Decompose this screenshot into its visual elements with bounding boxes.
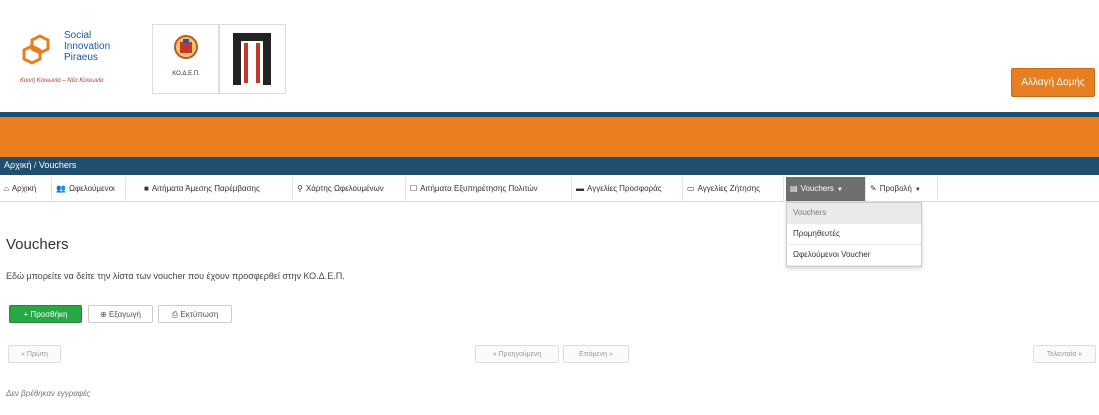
breadcrumb-home-link[interactable]: Αρχική: [4, 160, 31, 170]
logo-title: Social Innovation Piraeus: [64, 30, 111, 63]
nav-item-offer-ads[interactable]: ▬ Αγγελίες Προσφοράς: [572, 177, 683, 201]
pagination-last[interactable]: Τελευταία »: [1033, 345, 1096, 363]
breadcrumb-separator: /: [33, 160, 37, 170]
folder-icon: ▬: [576, 184, 584, 193]
export-icon: ⊕: [100, 310, 107, 319]
hexagon-logo-icon: [22, 34, 50, 65]
print-icon: ⎙: [171, 310, 179, 319]
nav-item-beneficiaries-map[interactable]: ⚲ Χάρτης Ωφελουμένων: [293, 177, 406, 201]
nav-item-beneficiaries[interactable]: 👥 Ωφελούμενοι: [52, 177, 126, 201]
municipality-logo[interactable]: [218, 24, 286, 94]
print-button[interactable]: ⎙ Εκτύπωση: [158, 305, 232, 323]
document-icon: ☐: [410, 184, 418, 193]
nav-item-view[interactable]: ✎ Προβολή ▼: [866, 177, 938, 201]
users-icon: 👥: [56, 184, 66, 193]
map-marker-icon: ⚲: [297, 184, 303, 193]
no-records-message: Δεν βρέθηκαν εγγραφές: [6, 389, 91, 398]
add-button[interactable]: + Προσθήκη: [9, 305, 82, 323]
main-navigation: ⌂ Αρχική 👥 Ωφελούμενοι ■ Αιτήματα Άμεσης Πα…: [0, 177, 1099, 202]
page-description: Εδώ μπορείτε να δείτε την λίστα των vouc…: [6, 271, 345, 281]
breadcrumb-current: Vouchers: [38, 160, 77, 170]
nav-item-demand-ads[interactable]: ▭ Αγγελίες Ζήτησης: [683, 177, 784, 201]
pagination-first[interactable]: « Πρώτη: [8, 345, 61, 363]
nav-item-citizen-requests[interactable]: ☐ Αιτήματα Εξυπηρέτησης Πολιτών: [406, 177, 572, 201]
edit-icon: ✎: [870, 184, 877, 193]
vouchers-dropdown-menu: Vouchers Προμηθευτές Ωφελούμενοι Voucher: [786, 202, 922, 267]
page-title: Vouchers: [6, 236, 69, 253]
nav-item-home[interactable]: ⌂ Αρχική: [0, 177, 52, 201]
orange-banner: [0, 117, 1099, 157]
export-button[interactable]: ⊕ Εξαγωγή: [88, 305, 153, 323]
nav-item-vouchers[interactable]: ▤ Vouchers ▼: [786, 177, 866, 201]
dropdown-item-suppliers[interactable]: Προμηθευτές: [787, 224, 921, 245]
site-header: Social Innovation Piraeus Κοινή Κοινωνία…: [0, 0, 1099, 112]
kodep-emblem-icon: [174, 35, 198, 59]
pagination-previous[interactable]: « Προηγούμενη: [475, 345, 559, 363]
dropdown-item-vouchers[interactable]: Vouchers: [787, 203, 921, 224]
chevron-down-icon: ▼: [914, 187, 921, 193]
kodep-logo[interactable]: ΚΟ.Δ.Ε.Π.: [152, 24, 220, 94]
ticket-icon: ▤: [790, 184, 798, 193]
switch-structure-button[interactable]: Αλλαγή Δομής: [1011, 68, 1095, 97]
breadcrumb: Αρχική / Vouchers: [4, 160, 76, 170]
chevron-down-icon: ▼: [836, 187, 843, 193]
pagination-next[interactable]: Επόμενη »: [563, 345, 629, 363]
logo-tagline: Κοινή Κοινωνία – Νέα Κοινωνία: [20, 78, 104, 84]
folder-open-icon: ▭: [687, 184, 695, 193]
social-innovation-piraeus-logo[interactable]: Social Innovation Piraeus Κοινή Κοινωνία…: [20, 28, 144, 88]
nav-item-immediate-requests[interactable]: ■ Αιτήματα Άμεσης Παρέμβασης: [140, 177, 293, 201]
home-icon: ⌂: [4, 184, 9, 193]
file-icon: ■: [144, 184, 149, 193]
pi-emblem-icon: [233, 33, 271, 85]
breadcrumb-bar: Αρχική / Vouchers: [0, 157, 1099, 175]
kodep-caption: ΚΟ.Δ.Ε.Π.: [172, 71, 200, 77]
dropdown-item-voucher-beneficiaries[interactable]: Ωφελούμενοι Voucher: [787, 245, 921, 266]
